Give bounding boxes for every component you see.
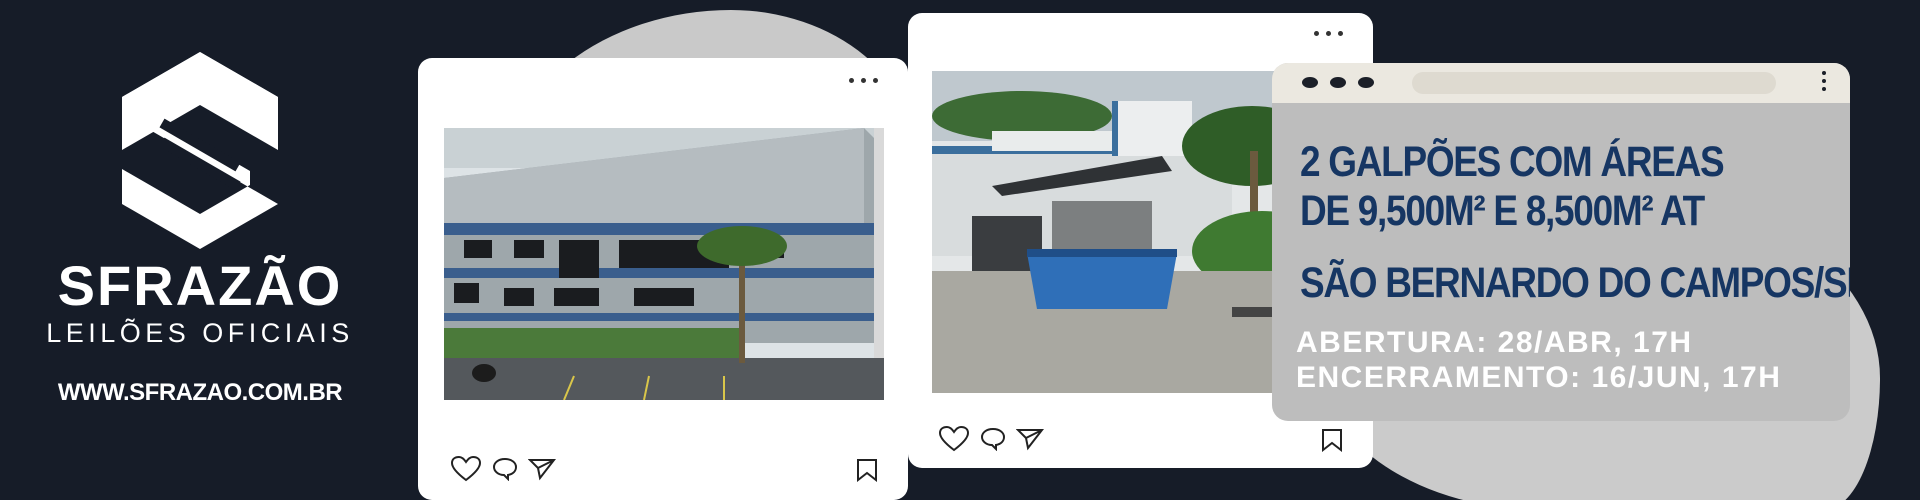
- menu-dots-icon[interactable]: [1822, 71, 1826, 91]
- headline-line-1: 2 GALPÕES COM ÁREAS: [1300, 138, 1725, 186]
- more-dots-icon[interactable]: [849, 78, 878, 83]
- more-dots-icon[interactable]: [1314, 31, 1343, 36]
- post-actions: [450, 456, 556, 482]
- bookmark-icon[interactable]: [856, 458, 878, 482]
- warehouse-photo: [444, 128, 884, 400]
- brand-name: SFRAZÃO: [57, 254, 343, 317]
- address-bar: [1412, 72, 1776, 94]
- post-actions: [938, 426, 1044, 452]
- comment-icon[interactable]: [980, 427, 1006, 451]
- brand-url[interactable]: WWW.SFRAZAO.COM.BR: [40, 379, 360, 407]
- heart-icon[interactable]: [938, 426, 970, 452]
- post-card: [418, 58, 908, 500]
- closing-date: ENCERRAMENTO: 16/JUN, 17H: [1296, 361, 1782, 395]
- bookmark-icon[interactable]: [1321, 428, 1343, 452]
- send-icon[interactable]: [528, 457, 556, 481]
- send-icon[interactable]: [1016, 427, 1044, 451]
- listing-location: SÃO BERNARDO DO CAMPOS/SP: [1300, 259, 1850, 307]
- browser-bar: [1272, 63, 1850, 103]
- sfrazao-logo-icon: [122, 52, 278, 249]
- brand-block: SFRAZÃO LEILÕES OFICIAIS WWW.SFRAZAO.COM…: [40, 50, 360, 407]
- listing-headline: 2 GALPÕES COM ÁREAS DE 9,500M² E 8,500M²…: [1300, 138, 1725, 239]
- listing-panel: 2 GALPÕES COM ÁREAS DE 9,500M² E 8,500M²…: [1272, 63, 1850, 421]
- listing-dates: ABERTURA: 28/ABR, 17H ENCERRAMENTO: 16/J…: [1296, 325, 1781, 396]
- headline-line-2: DE 9,500M² E 8,500M² AT: [1300, 187, 1705, 235]
- heart-icon[interactable]: [450, 456, 482, 482]
- brand-subtitle: LEILÕES OFICIAIS: [46, 318, 354, 348]
- opening-date: ABERTURA: 28/ABR, 17H: [1296, 326, 1693, 359]
- comment-icon[interactable]: [492, 457, 518, 481]
- window-dots-icon: [1302, 77, 1374, 88]
